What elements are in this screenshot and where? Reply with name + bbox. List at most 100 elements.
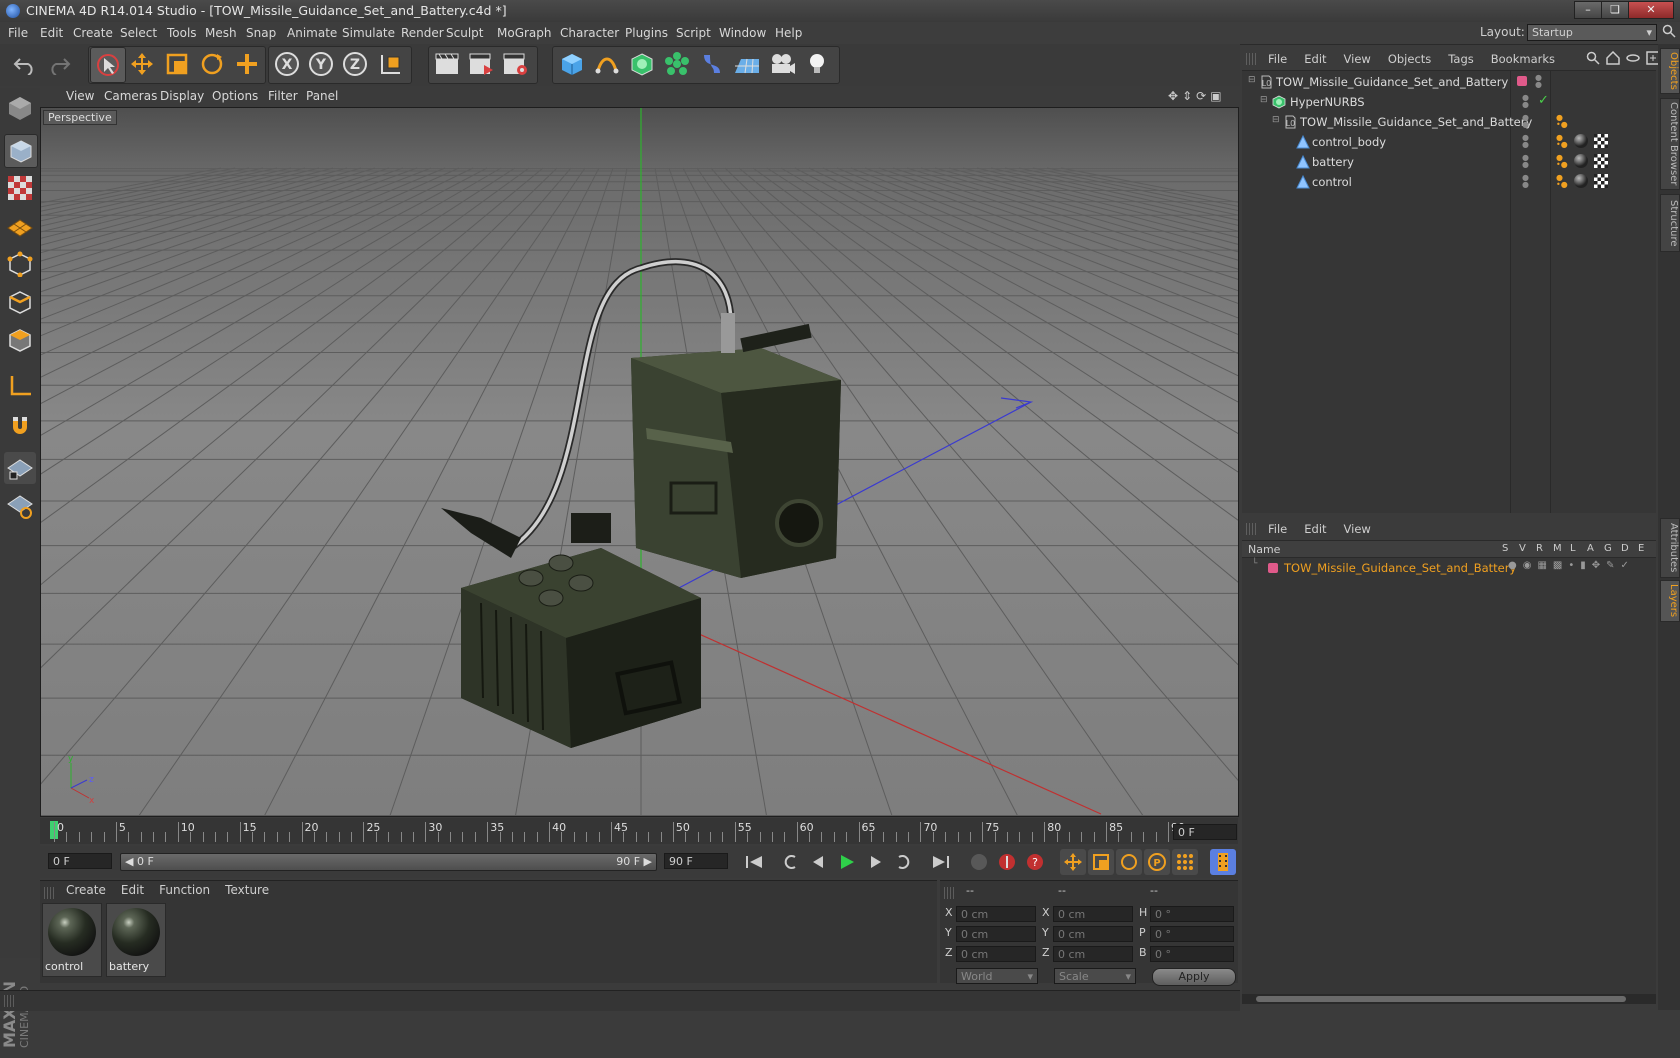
link-icon[interactable] bbox=[1626, 51, 1640, 65]
live-selection-button[interactable] bbox=[90, 47, 126, 83]
layer-flag-header-g[interactable]: G bbox=[1604, 543, 1612, 554]
layer-row[interactable]: └ TOW_Missile_Guidance_Set_and_Battery ●… bbox=[1242, 559, 1656, 577]
layer-flag-header-a[interactable]: A bbox=[1587, 543, 1594, 554]
obj-menu-file[interactable]: File bbox=[1268, 52, 1287, 66]
maximize-button[interactable]: ❏ bbox=[1601, 1, 1629, 19]
key-position-button[interactable] bbox=[1060, 849, 1086, 875]
object-row-control[interactable]: control ● ● ● •● bbox=[1242, 172, 1656, 192]
timeline-window-button[interactable] bbox=[1210, 849, 1236, 875]
key-parameter-button[interactable]: P bbox=[1144, 849, 1170, 875]
layer-flag-header-d[interactable]: D bbox=[1621, 543, 1629, 554]
axis-mode-button[interactable] bbox=[4, 370, 36, 402]
object-row-battery[interactable]: battery ● ● ● •● bbox=[1242, 152, 1656, 172]
home-icon[interactable] bbox=[1606, 51, 1620, 65]
frame-range-slider[interactable]: ◀ 0 F 90 F ▶ bbox=[120, 853, 657, 871]
layer-color-swatch[interactable] bbox=[1517, 76, 1527, 86]
points-mode-button[interactable] bbox=[4, 248, 36, 280]
tab-objects[interactable]: Objects bbox=[1660, 48, 1680, 94]
key-pla-button[interactable] bbox=[1172, 849, 1198, 875]
texture-mode-button[interactable] bbox=[4, 172, 36, 204]
end-frame-field[interactable]: 90 F bbox=[664, 853, 728, 869]
tag-dots-icon[interactable]: ● •● bbox=[1556, 174, 1568, 189]
timeline-ruler[interactable]: 051015202530354045505560657075808590 bbox=[40, 818, 1238, 844]
layer-flag-header-m[interactable]: M bbox=[1553, 543, 1562, 554]
visibility-dots-icon[interactable]: ● ● bbox=[1522, 174, 1529, 189]
menu-select[interactable]: Select bbox=[120, 26, 157, 40]
material-menu-texture[interactable]: Texture bbox=[225, 883, 269, 897]
viewport-menu-view[interactable]: View bbox=[66, 89, 94, 103]
material-menu-function[interactable]: Function bbox=[159, 883, 210, 897]
visibility-dots-icon[interactable]: ● ● bbox=[1522, 114, 1529, 129]
panel-grip-icon[interactable] bbox=[44, 887, 54, 899]
material-tag-icon[interactable] bbox=[1574, 174, 1588, 188]
undo-button[interactable] bbox=[8, 47, 42, 81]
obj-menu-view[interactable]: View bbox=[1344, 52, 1371, 66]
menu-create[interactable]: Create bbox=[73, 26, 113, 40]
coord-rot-b-field[interactable]: 0 ° bbox=[1150, 946, 1234, 962]
collapse-toggle-icon[interactable]: ⊟ bbox=[1272, 115, 1280, 125]
perspective-viewport[interactable]: y z x Perspective bbox=[40, 107, 1239, 817]
orbit-icon[interactable]: ⟳ bbox=[1196, 89, 1206, 105]
menu-tools[interactable]: Tools bbox=[167, 26, 197, 40]
polygons-mode-button[interactable] bbox=[4, 324, 36, 356]
tab-layers[interactable]: Layers bbox=[1660, 580, 1680, 622]
play-button[interactable] bbox=[834, 849, 860, 875]
viewport-menu-filter[interactable]: Filter bbox=[268, 89, 298, 103]
object-row-root[interactable]: ⊟ L0 TOW_Missile_Guidance_Set_and_Batter… bbox=[1242, 72, 1656, 92]
model-mode-button[interactable] bbox=[4, 134, 38, 168]
layer-menu-view[interactable]: View bbox=[1344, 522, 1371, 536]
edges-mode-button[interactable] bbox=[4, 286, 36, 318]
key-rotation-button[interactable] bbox=[1116, 849, 1142, 875]
material-swatch-battery[interactable]: battery bbox=[106, 903, 166, 977]
menu-help[interactable]: Help bbox=[775, 26, 802, 40]
apply-button[interactable]: Apply bbox=[1152, 968, 1236, 986]
visibility-dots-icon[interactable]: ● ● bbox=[1535, 74, 1542, 89]
material-menu-create[interactable]: Create bbox=[66, 883, 106, 897]
menu-render[interactable]: Render bbox=[401, 26, 444, 40]
object-row-control-body[interactable]: control_body ● ● ● •● bbox=[1242, 132, 1656, 152]
tab-content-browser[interactable]: Content Browser bbox=[1660, 98, 1680, 190]
viewport-menu-options[interactable]: Options bbox=[212, 89, 258, 103]
autokey-button[interactable] bbox=[994, 849, 1020, 875]
tag-dots-icon[interactable]: ● •● bbox=[1556, 134, 1568, 149]
viewport-menu-panel[interactable]: Panel bbox=[306, 89, 338, 103]
tab-attributes[interactable]: Attributes bbox=[1660, 518, 1680, 578]
dolly-icon[interactable]: ⇕ bbox=[1182, 89, 1192, 105]
material-swatch-control[interactable]: control bbox=[42, 903, 102, 977]
menu-window[interactable]: Window bbox=[719, 26, 766, 40]
coord-pos-z-field[interactable]: 0 cm bbox=[956, 946, 1036, 962]
object-row-group[interactable]: ⊟ L0 TOW_Missile_Guidance_Set_and_Batter… bbox=[1242, 112, 1656, 132]
menu-character[interactable]: Character bbox=[560, 26, 619, 40]
layer-flag-icons[interactable]: ●◉▦▩•▮✥✎✓ bbox=[1508, 560, 1635, 571]
menu-mesh[interactable]: Mesh bbox=[205, 26, 237, 40]
layer-flag-header-r[interactable]: R bbox=[1536, 543, 1543, 554]
material-menu-edit[interactable]: Edit bbox=[121, 883, 144, 897]
coord-rot-p-field[interactable]: 0 ° bbox=[1150, 926, 1234, 942]
coord-size-z-field[interactable]: 0 cm bbox=[1053, 946, 1133, 962]
coord-pos-x-field[interactable]: 0 cm bbox=[956, 906, 1036, 922]
add-cube-button[interactable] bbox=[555, 47, 589, 81]
workplane-mode-button[interactable] bbox=[4, 210, 36, 242]
layer-scrollbar[interactable] bbox=[1242, 994, 1656, 1004]
collapse-toggle-icon[interactable]: ⊟ bbox=[1248, 75, 1256, 85]
previous-frame-button[interactable] bbox=[806, 849, 832, 875]
menu-plugins[interactable]: Plugins bbox=[625, 26, 668, 40]
render-settings-button[interactable] bbox=[498, 47, 532, 81]
minimize-button[interactable]: – bbox=[1574, 1, 1602, 19]
panel-grip-icon[interactable] bbox=[4, 995, 14, 1007]
add-floor-button[interactable] bbox=[730, 47, 764, 81]
render-view-button[interactable] bbox=[430, 47, 464, 81]
coord-pos-y-field[interactable]: 0 cm bbox=[956, 926, 1036, 942]
visibility-dots-icon[interactable]: ● ● bbox=[1522, 154, 1529, 169]
rotate-tool-button[interactable] bbox=[195, 47, 229, 81]
coordinate-space-select[interactable]: World ▾ bbox=[956, 968, 1038, 984]
visibility-dots-icon[interactable]: ● ● bbox=[1522, 134, 1529, 149]
make-editable-button[interactable] bbox=[4, 92, 36, 124]
layer-flag-header-v[interactable]: V bbox=[1519, 543, 1526, 554]
visibility-dots-icon[interactable]: ● ● bbox=[1522, 94, 1529, 109]
viewport-menu-cameras[interactable]: Cameras bbox=[104, 89, 157, 103]
scale-tool-button[interactable] bbox=[160, 47, 194, 81]
next-frame-button[interactable] bbox=[862, 849, 888, 875]
move-tool-button[interactable] bbox=[125, 47, 159, 81]
search-icon[interactable] bbox=[1662, 24, 1676, 38]
